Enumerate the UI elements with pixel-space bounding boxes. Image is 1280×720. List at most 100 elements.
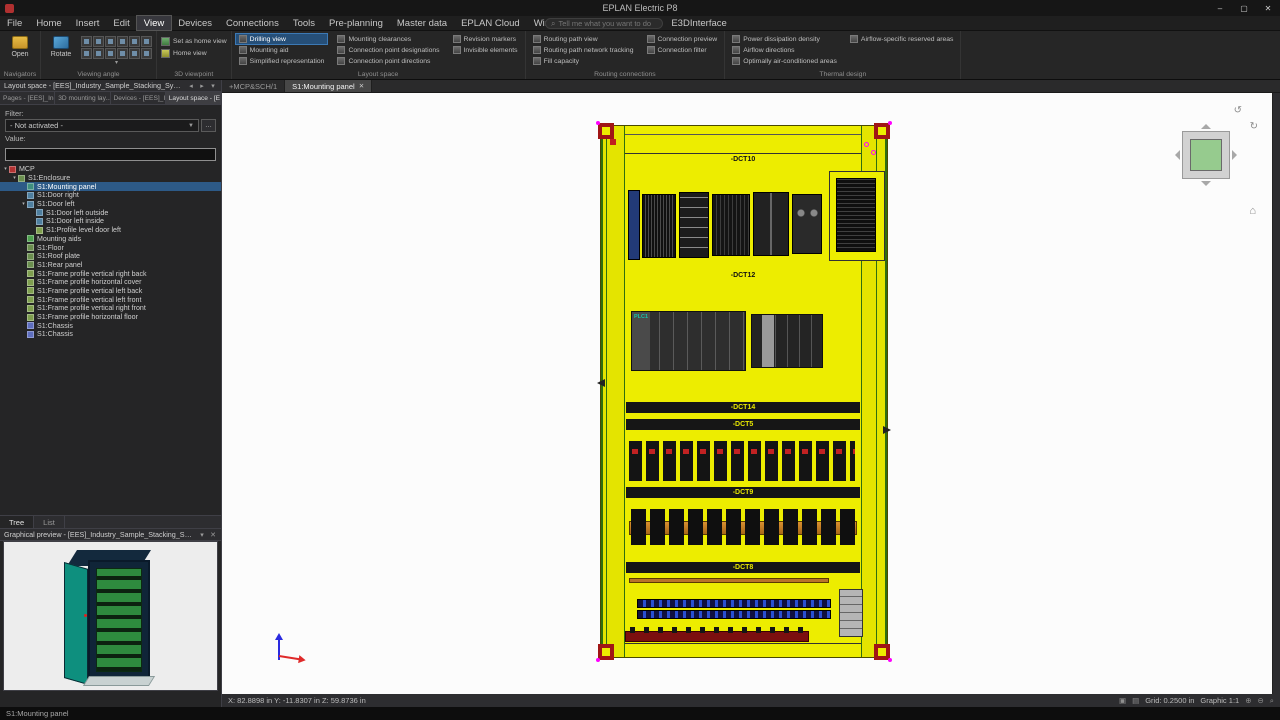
view-angle-icon-1[interactable]: [93, 36, 104, 47]
menu-tab-e3dinterface[interactable]: E3DInterface: [664, 16, 733, 30]
document-tab-s1-mounting-panel[interactable]: S1:Mounting panel✕: [285, 80, 372, 92]
view-angle-icon-2[interactable]: [105, 36, 116, 47]
tree-item-s1-door-left-inside[interactable]: S1:Door left inside: [0, 217, 221, 226]
ribbon-toggle-optimally-air-conditioned-areas[interactable]: Optimally air-conditioned areas: [729, 56, 840, 66]
zoom-in-icon[interactable]: ⊕: [1245, 696, 1251, 705]
view-angle-icon-6[interactable]: [81, 48, 92, 59]
home-view-icon[interactable]: ⌂: [1249, 205, 1256, 217]
ribbon-toggle-connection-point-directions[interactable]: Connection point directions: [334, 56, 442, 66]
view-angle-icon-9[interactable]: [117, 48, 128, 59]
dock-tab-0[interactable]: Pages - [EES]_Ind...: [0, 92, 55, 104]
view-cube-face[interactable]: [1190, 139, 1222, 171]
tree-item-mcp[interactable]: ▾MCP: [0, 165, 221, 174]
home-view-button[interactable]: Home view: [161, 49, 227, 58]
graphic-scale[interactable]: Graphic 1:1: [1200, 696, 1239, 705]
set-as-home-view-button[interactable]: Set as home view: [161, 37, 227, 46]
chevron-down-icon[interactable]: ▾: [81, 60, 152, 71]
dock-tab-1[interactable]: 3D mounting lay...: [55, 92, 110, 104]
panel-tab-tree[interactable]: Tree: [0, 516, 34, 528]
maximize-icon[interactable]: ▢: [1232, 0, 1256, 16]
mounting-panel-drawing[interactable]: -DCT10 -DCT12 PLC1 -DCT14 -: [600, 125, 888, 658]
menu-tab-tools[interactable]: Tools: [286, 16, 322, 30]
filter-dropdown[interactable]: - Not activated - ▼: [5, 119, 199, 132]
ribbon-toggle-airflow-directions[interactable]: Airflow directions: [729, 45, 840, 55]
rotate-button[interactable]: Rotate: [45, 34, 77, 58]
command-search[interactable]: ⌕: [545, 18, 663, 29]
grid-icon[interactable]: ▤: [1132, 696, 1139, 705]
menu-tab-pre-planning[interactable]: Pre-planning: [322, 16, 390, 30]
tree-item-s1-rear-panel[interactable]: S1:Rear panel: [0, 261, 221, 270]
menu-tab-connections[interactable]: Connections: [219, 16, 286, 30]
open-button[interactable]: Open: [4, 34, 36, 58]
tree-item-s1-frame-profile-vertical-right-front[interactable]: S1:Frame profile vertical right front: [0, 304, 221, 313]
ribbon-toggle-routing-path-view[interactable]: Routing path view: [530, 34, 637, 44]
panel-tab-list[interactable]: List: [34, 516, 65, 528]
tree-item-s1-frame-profile-horizontal-floor[interactable]: S1:Frame profile horizontal floor: [0, 313, 221, 322]
ribbon-toggle-power-dissipation-density[interactable]: Power dissipation density: [729, 34, 840, 44]
panel-menu-icon[interactable]: ▾: [198, 531, 206, 539]
tree-item-s1-chassis[interactable]: S1:Chassis: [0, 330, 221, 339]
right-dock-strip[interactable]: [1272, 93, 1280, 694]
pan-down-icon[interactable]: [1201, 181, 1211, 191]
tree-item-s1-enclosure[interactable]: ▾S1:Enclosure: [0, 174, 221, 183]
pan-up-icon[interactable]: [1201, 119, 1211, 129]
pan-left-icon[interactable]: [1170, 150, 1180, 160]
tree-item-s1-frame-profile-horizontal-cover[interactable]: S1:Frame profile horizontal cover: [0, 278, 221, 287]
tree-item-s1-frame-profile-vertical-left-back[interactable]: S1:Frame profile vertical left back: [0, 287, 221, 296]
panel-back-icon[interactable]: ◂: [187, 82, 195, 90]
zoom-out-icon[interactable]: ⊖: [1258, 696, 1264, 705]
snap-icon[interactable]: ▣: [1119, 696, 1126, 705]
ribbon-toggle-simplified-representation[interactable]: Simplified representation: [236, 56, 328, 66]
view-angle-icon-0[interactable]: [81, 36, 92, 47]
minimize-icon[interactable]: –: [1208, 0, 1232, 16]
menu-tab-eplan-cloud[interactable]: EPLAN Cloud: [454, 16, 527, 30]
ribbon-toggle-connection-preview[interactable]: Connection preview: [644, 34, 721, 44]
ribbon-toggle-invisible-elements[interactable]: Invisible elements: [450, 45, 521, 55]
tree-item-s1-roof-plate[interactable]: S1:Roof plate: [0, 252, 221, 261]
ribbon-toggle-connection-point-designations[interactable]: Connection point designations: [334, 45, 442, 55]
view-angle-icon-4[interactable]: [129, 36, 140, 47]
ribbon-toggle-fill-capacity[interactable]: Fill capacity: [530, 56, 637, 66]
ribbon-toggle-mounting-aid[interactable]: Mounting aid: [236, 45, 328, 55]
tree-item-s1-chassis[interactable]: S1:Chassis: [0, 321, 221, 330]
rotate-ccw-icon[interactable]: ↺: [1234, 105, 1242, 116]
tree-item-s1-door-right[interactable]: S1:Door right: [0, 191, 221, 200]
view-angle-icon-7[interactable]: [93, 48, 104, 59]
pan-right-icon[interactable]: [1232, 150, 1242, 160]
panel-forward-icon[interactable]: ▸: [198, 82, 206, 90]
layout-space-canvas[interactable]: -DCT10 -DCT12 PLC1 -DCT14 -: [222, 93, 1280, 694]
view-angle-icon-3[interactable]: [117, 36, 128, 47]
close-icon[interactable]: ✕: [209, 531, 217, 539]
tree-item-s1-frame-profile-vertical-left-front[interactable]: S1:Frame profile vertical left front: [0, 295, 221, 304]
menu-tab-home[interactable]: Home: [29, 16, 68, 30]
value-input[interactable]: [5, 148, 216, 161]
search-input[interactable]: [558, 19, 657, 28]
tree-item-s1-mounting-panel[interactable]: S1:Mounting panel: [0, 182, 221, 191]
tree-item-s1-door-left[interactable]: ▾S1:Door left: [0, 200, 221, 209]
panel-menu-icon[interactable]: ▾: [209, 82, 217, 90]
ribbon-toggle-airflow-specific-reserved-areas[interactable]: Airflow-specific reserved areas: [847, 34, 957, 44]
document-tab-mcp-sch-1[interactable]: +MCP&SCH/1: [222, 80, 285, 92]
menu-tab-devices[interactable]: Devices: [171, 16, 219, 30]
dock-tab-2[interactable]: Devices - [EES]_In...: [111, 92, 166, 104]
ribbon-toggle-revision-markers[interactable]: Revision markers: [450, 34, 521, 44]
tree-item-mounting-aids[interactable]: Mounting aids: [0, 235, 221, 244]
view-angle-icon-10[interactable]: [129, 48, 140, 59]
ribbon-toggle-connection-filter[interactable]: Connection filter: [644, 45, 721, 55]
tree-item-s1-frame-profile-vertical-right-back[interactable]: S1:Frame profile vertical right back: [0, 269, 221, 278]
menu-tab-file[interactable]: File: [0, 16, 29, 30]
menu-tab-view[interactable]: View: [137, 16, 171, 30]
dock-tab-3[interactable]: Layout space - [E...: [166, 92, 221, 104]
view-angle-icon-5[interactable]: [141, 36, 152, 47]
close-icon[interactable]: ✕: [359, 82, 364, 90]
menu-tab-insert[interactable]: Insert: [69, 16, 107, 30]
view-angle-icon-11[interactable]: [141, 48, 152, 59]
filter-more-button[interactable]: …: [201, 119, 216, 132]
view-cube[interactable]: ↺ ↻ ⌂: [1176, 125, 1236, 185]
ribbon-toggle-mounting-clearances[interactable]: Mounting clearances: [334, 34, 442, 44]
menu-tab-edit[interactable]: Edit: [106, 16, 136, 30]
tree-item-s1-floor[interactable]: S1:Floor: [0, 243, 221, 252]
rotate-cw-icon[interactable]: ↻: [1250, 121, 1258, 132]
menu-tab-master-data[interactable]: Master data: [390, 16, 454, 30]
ribbon-toggle-routing-path-network-tracking[interactable]: Routing path network tracking: [530, 45, 637, 55]
